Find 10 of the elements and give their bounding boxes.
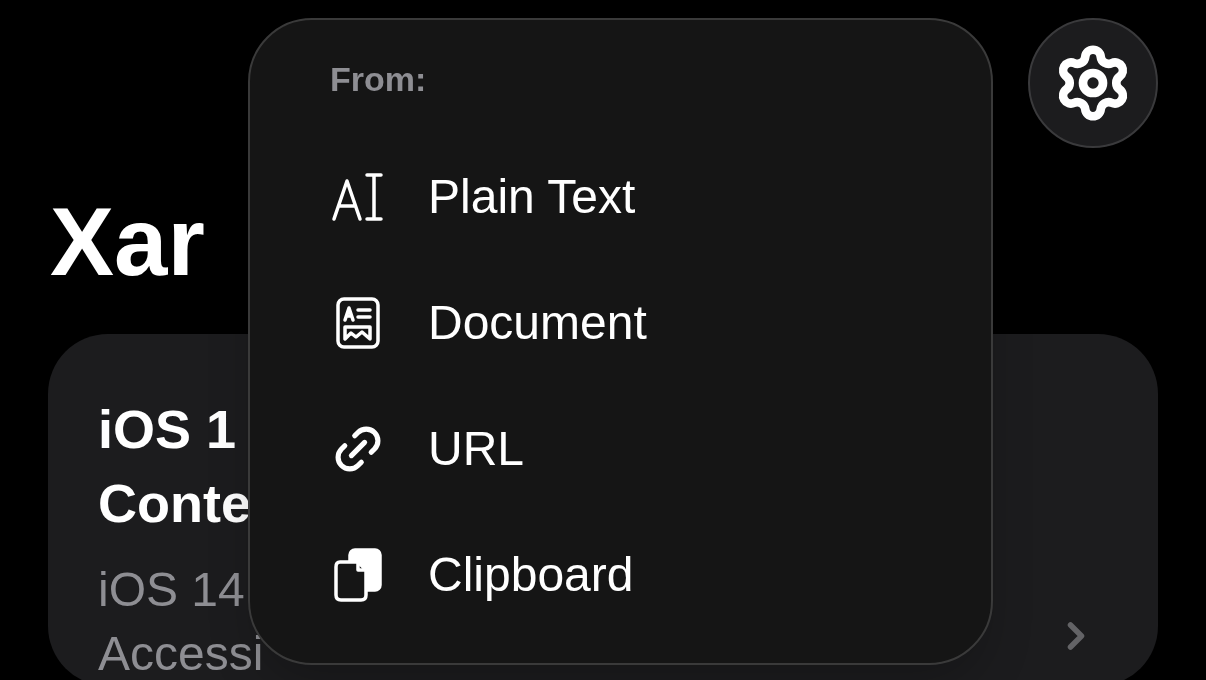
menu-heading: From: — [330, 59, 427, 100]
menu-item[interactable]: URL — [330, 386, 911, 512]
menu-item[interactable]: Document — [330, 260, 911, 386]
page-title: Xar — [50, 188, 205, 295]
card-subtitle: iOS 14 — [98, 562, 245, 618]
card-title: Conte — [98, 472, 251, 535]
menu-item[interactable]: Plain Text — [330, 134, 911, 260]
menu-item[interactable]: Clipboard — [330, 512, 911, 638]
card-title: iOS 1 — [98, 398, 237, 461]
card-subtitle: Accessi — [98, 626, 264, 680]
